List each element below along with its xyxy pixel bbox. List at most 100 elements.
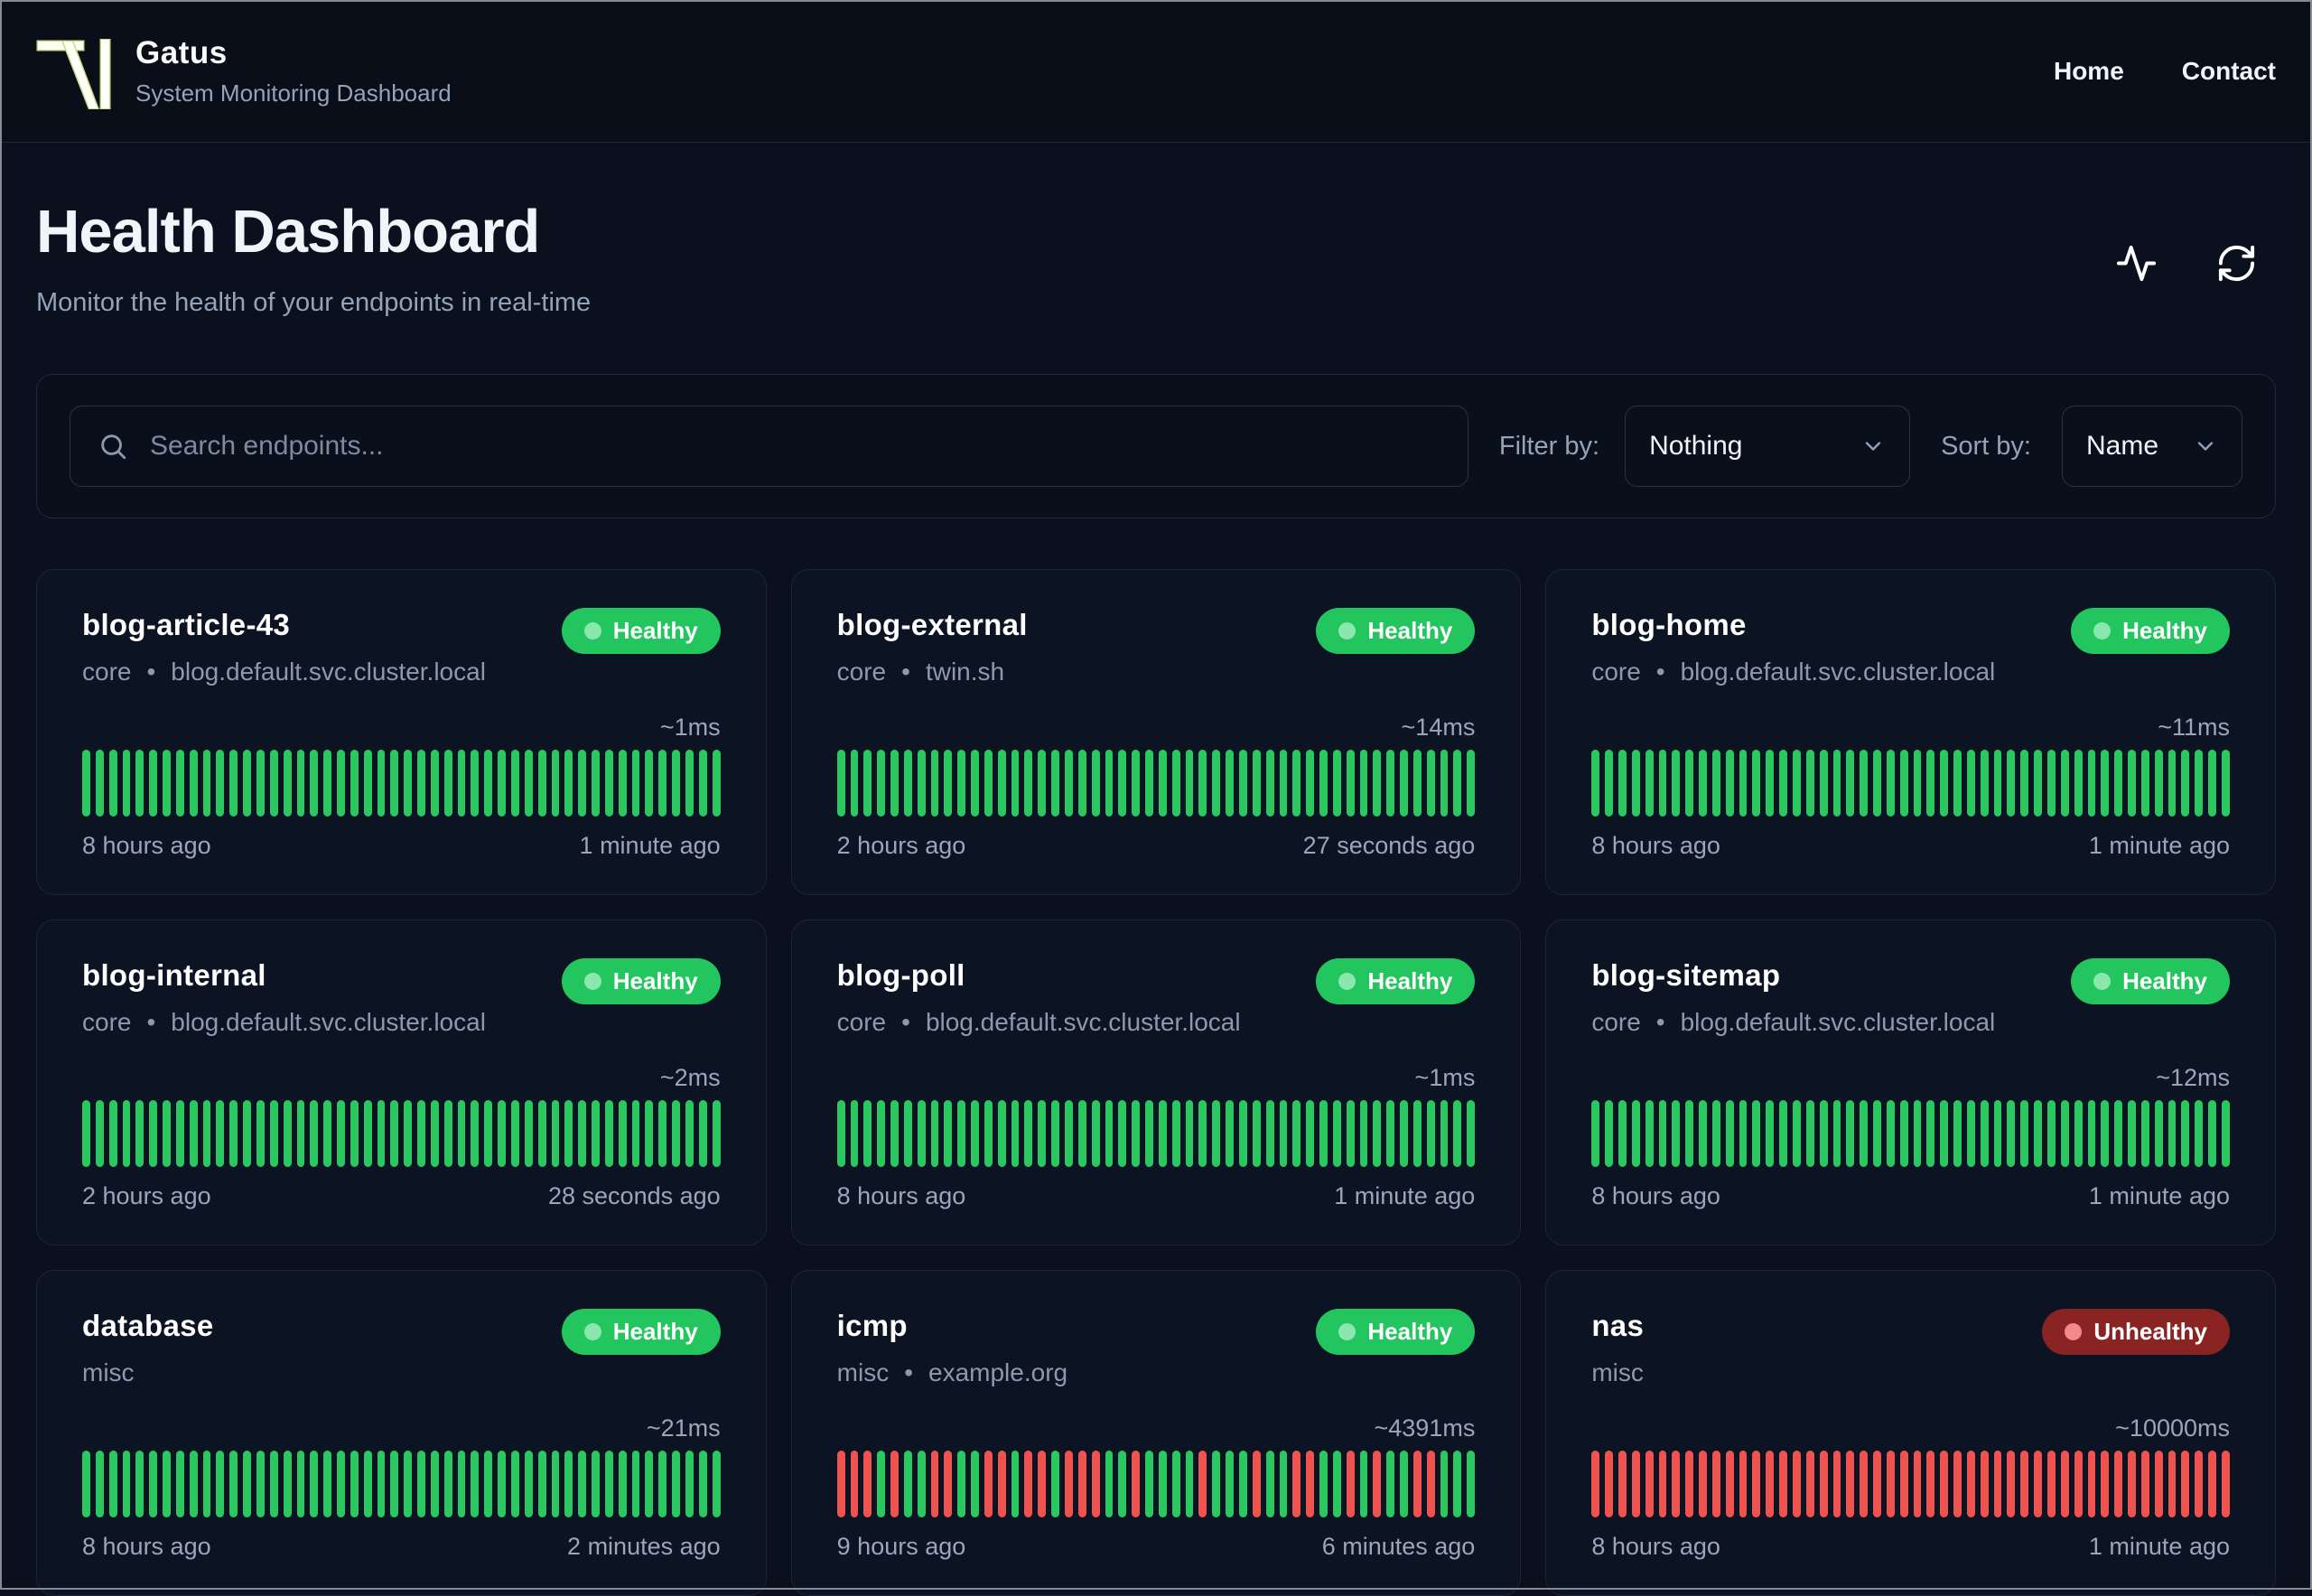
- history-bar[interactable]: [1618, 750, 1627, 817]
- history-bar[interactable]: [1672, 1100, 1681, 1167]
- history-bar[interactable]: [189, 1100, 198, 1167]
- history-bar[interactable]: [163, 1451, 171, 1517]
- history-bar[interactable]: [2114, 750, 2123, 817]
- history-bar[interactable]: [1886, 750, 1895, 817]
- history-bar[interactable]: [1605, 1100, 1614, 1167]
- history-bar[interactable]: [1631, 1100, 1640, 1167]
- history-bar[interactable]: [698, 1100, 707, 1167]
- history-bar[interactable]: [1038, 1100, 1047, 1167]
- history-bar[interactable]: [836, 750, 845, 817]
- history-bar[interactable]: [390, 1100, 399, 1167]
- history-bar[interactable]: [404, 750, 413, 817]
- history-bar[interactable]: [1926, 750, 1935, 817]
- history-bar[interactable]: [1158, 750, 1167, 817]
- history-bar[interactable]: [2154, 750, 2163, 817]
- history-bar[interactable]: [2208, 1100, 2216, 1167]
- history-bar[interactable]: [1346, 1451, 1355, 1517]
- history-bar[interactable]: [984, 1451, 993, 1517]
- history-bar[interactable]: [850, 1100, 859, 1167]
- history-bar[interactable]: [2047, 1451, 2056, 1517]
- history-bar[interactable]: [903, 750, 912, 817]
- history-bar[interactable]: [645, 1100, 654, 1167]
- history-bar[interactable]: [163, 1100, 171, 1167]
- history-bar[interactable]: [1198, 1451, 1207, 1517]
- history-bar[interactable]: [592, 1100, 600, 1167]
- history-bar[interactable]: [2140, 1451, 2149, 1517]
- history-bar[interactable]: [1292, 1451, 1301, 1517]
- history-bar[interactable]: [1711, 750, 1720, 817]
- history-bar[interactable]: [1453, 750, 1462, 817]
- history-bar[interactable]: [1886, 1100, 1895, 1167]
- history-bar[interactable]: [135, 1100, 144, 1167]
- history-bar[interactable]: [672, 1100, 680, 1167]
- history-bar[interactable]: [108, 1451, 117, 1517]
- history-bar[interactable]: [457, 1451, 466, 1517]
- history-bar[interactable]: [537, 1100, 546, 1167]
- history-bar[interactable]: [917, 750, 926, 817]
- history-bar[interactable]: [1011, 750, 1020, 817]
- history-bar[interactable]: [82, 750, 90, 817]
- history-bar[interactable]: [1953, 1451, 1962, 1517]
- history-bar[interactable]: [1252, 1100, 1261, 1167]
- history-bar[interactable]: [457, 1100, 466, 1167]
- history-bar[interactable]: [82, 1100, 90, 1167]
- history-bar[interactable]: [1346, 1100, 1355, 1167]
- history-bar[interactable]: [2020, 750, 2029, 817]
- history-bar[interactable]: [2128, 1451, 2136, 1517]
- history-bar[interactable]: [457, 750, 466, 817]
- endpoint-card[interactable]: blog-external core • twin.sh Healthy ~14…: [790, 569, 1522, 895]
- history-bar[interactable]: [1332, 750, 1341, 817]
- history-bar[interactable]: [1440, 1100, 1449, 1167]
- history-bar[interactable]: [1766, 1451, 1775, 1517]
- history-bar[interactable]: [1618, 1451, 1627, 1517]
- history-bar[interactable]: [1926, 1451, 1935, 1517]
- history-bar[interactable]: [1913, 1100, 1922, 1167]
- history-bar[interactable]: [997, 750, 1006, 817]
- refresh-button[interactable]: [2215, 242, 2258, 285]
- history-bar[interactable]: [1158, 1100, 1167, 1167]
- endpoint-card[interactable]: blog-home core • blog.default.svc.cluste…: [1545, 569, 2276, 895]
- history-bar[interactable]: [1886, 1451, 1895, 1517]
- history-bar[interactable]: [1899, 1451, 1908, 1517]
- history-bar[interactable]: [1185, 1100, 1194, 1167]
- history-bar[interactable]: [1400, 750, 1408, 817]
- nav-link-contact[interactable]: Contact: [2182, 57, 2276, 86]
- history-bar[interactable]: [256, 1451, 265, 1517]
- history-bar[interactable]: [82, 1451, 90, 1517]
- history-bar[interactable]: [1373, 1451, 1382, 1517]
- history-bar[interactable]: [631, 1451, 640, 1517]
- history-bar[interactable]: [216, 1100, 225, 1167]
- history-bar[interactable]: [1292, 1100, 1301, 1167]
- history-bar[interactable]: [1819, 750, 1828, 817]
- history-bar[interactable]: [2208, 1451, 2216, 1517]
- history-bar[interactable]: [2020, 1100, 2029, 1167]
- history-bar[interactable]: [578, 1451, 587, 1517]
- history-bar[interactable]: [2087, 1100, 2096, 1167]
- history-bar[interactable]: [524, 1451, 533, 1517]
- uptime-history-chart[interactable]: [82, 1100, 721, 1167]
- history-bar[interactable]: [1618, 1100, 1627, 1167]
- history-bar[interactable]: [1145, 1451, 1153, 1517]
- history-bar[interactable]: [1171, 1100, 1180, 1167]
- history-bar[interactable]: [903, 1451, 912, 1517]
- history-bar[interactable]: [1645, 750, 1654, 817]
- history-bar[interactable]: [1980, 1451, 1989, 1517]
- history-bar[interactable]: [1779, 1451, 1787, 1517]
- endpoint-card[interactable]: blog-poll core • blog.default.svc.cluste…: [790, 919, 1522, 1246]
- endpoint-card[interactable]: icmp misc • example.org Healthy ~4391ms …: [790, 1270, 1522, 1596]
- history-bar[interactable]: [1279, 1451, 1288, 1517]
- history-bar[interactable]: [658, 750, 667, 817]
- history-bar[interactable]: [1832, 1451, 1841, 1517]
- history-bar[interactable]: [1980, 1100, 1989, 1167]
- history-bar[interactable]: [1631, 1451, 1640, 1517]
- history-bar[interactable]: [1860, 1100, 1869, 1167]
- history-bar[interactable]: [377, 1451, 386, 1517]
- history-bar[interactable]: [1238, 750, 1247, 817]
- history-bar[interactable]: [1752, 1100, 1761, 1167]
- history-bar[interactable]: [658, 1100, 667, 1167]
- history-bar[interactable]: [1805, 750, 1814, 817]
- history-bar[interactable]: [1819, 1451, 1828, 1517]
- history-bar[interactable]: [685, 1451, 694, 1517]
- history-bar[interactable]: [631, 750, 640, 817]
- history-bar[interactable]: [1091, 1100, 1100, 1167]
